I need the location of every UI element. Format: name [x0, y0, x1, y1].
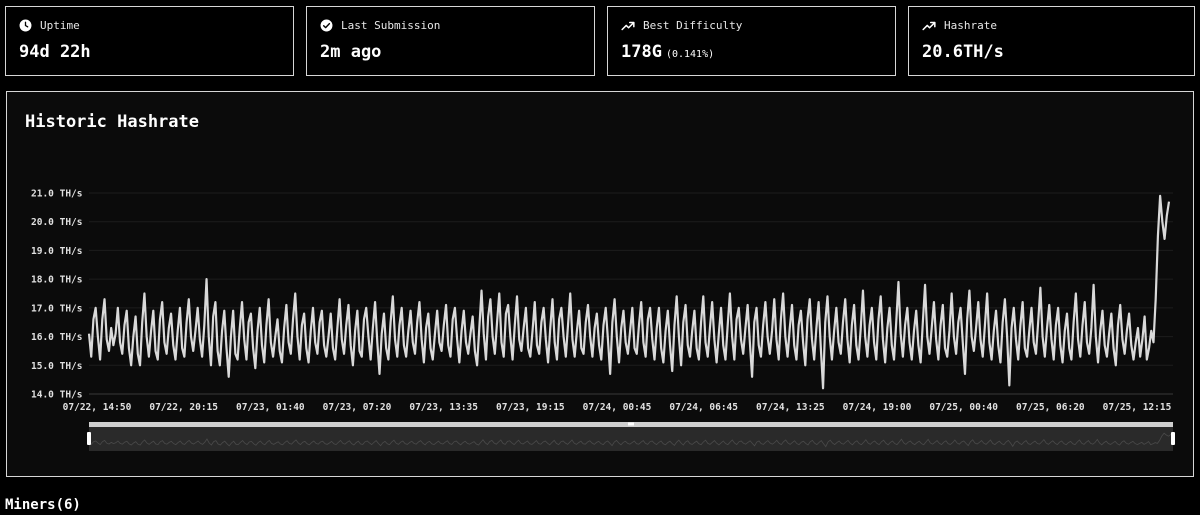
stat-label: Hashrate — [944, 19, 997, 32]
x-tick-label: 07/24, 06:45 — [669, 402, 738, 413]
zoom-handle-left[interactable] — [87, 432, 91, 445]
miners-heading: Miners(6) — [5, 497, 81, 513]
stat-label: Best Difficulty — [643, 19, 743, 32]
trending-up-icon — [922, 20, 936, 32]
historic-hashrate-card: Historic Hashrate 14.0 TH/s 15.0 TH/s 16.0… — [6, 91, 1194, 477]
stat-card-hashrate: Hashrate 20.6TH/s — [908, 6, 1195, 76]
zoom-track[interactable] — [89, 426, 1173, 451]
y-tick-label: 18.0 TH/s — [31, 275, 82, 286]
x-tick-label: 07/24, 13:25 — [756, 402, 825, 413]
stat-header: Uptime — [19, 19, 80, 32]
stat-header: Best Difficulty — [621, 19, 742, 32]
y-tick-label: 14.0 TH/s — [31, 390, 82, 401]
x-tick-label: 07/24, 19:00 — [843, 402, 912, 413]
stat-card-best-difficulty: Best Difficulty 178G (0.141%) — [607, 6, 896, 76]
y-tick-label: 20.0 TH/s — [31, 217, 82, 228]
x-axis: 07/22, 14:50 07/22, 20:15 07/23, 01:40 07/2… — [63, 402, 1172, 413]
x-tick-label: 07/23, 01:40 — [236, 402, 305, 413]
x-tick-label: 07/22, 20:15 — [149, 402, 218, 413]
x-tick-label: 07/23, 13:35 — [409, 402, 478, 413]
zoom-slider[interactable] — [87, 422, 1175, 451]
stat-value: 94d 22h — [19, 42, 91, 62]
stat-value: 178G (0.141%) — [621, 42, 714, 62]
stat-label: Uptime — [40, 19, 80, 32]
y-axis: 14.0 TH/s 15.0 TH/s 16.0 TH/s 17.0 TH/s 18.0… — [31, 189, 82, 401]
y-tick-label: 21.0 TH/s — [31, 189, 82, 200]
trending-up-icon — [621, 20, 635, 32]
x-tick-label: 07/24, 00:45 — [583, 402, 652, 413]
stat-value: 2m ago — [320, 42, 381, 62]
x-tick-label: 07/25, 00:40 — [929, 402, 998, 413]
uptime-value: 94d 22h — [19, 42, 91, 62]
x-tick-label: 07/23, 19:15 — [496, 402, 565, 413]
zoom-move-grip[interactable] — [628, 422, 634, 426]
x-tick-label: 07/23, 07:20 — [323, 402, 392, 413]
stat-card-last-submission: Last Submission 2m ago — [306, 6, 595, 76]
x-tick-label: 07/22, 14:50 — [63, 402, 132, 413]
clock-icon — [19, 19, 32, 32]
check-circle-icon — [320, 19, 333, 32]
stat-label: Last Submission — [341, 19, 441, 32]
stat-card-uptime: Uptime 94d 22h — [5, 6, 294, 76]
y-tick-label: 19.0 TH/s — [31, 246, 82, 257]
last-submission-value: 2m ago — [320, 42, 382, 62]
hashrate-chart[interactable]: 14.0 TH/s 15.0 TH/s 16.0 TH/s 17.0 TH/s 18.0… — [7, 92, 1193, 476]
stat-header: Last Submission — [320, 19, 440, 32]
x-tick-label: 07/25, 12:15 — [1103, 402, 1172, 413]
stat-header: Hashrate — [922, 19, 997, 32]
y-tick-label: 16.0 TH/s — [31, 332, 82, 343]
hashrate-series-line — [87, 194, 1171, 390]
series-layer — [87, 194, 1171, 390]
best-difficulty-percent: (0.141%) — [665, 49, 715, 60]
hashrate-value: 20.6TH/s — [922, 42, 1004, 62]
stat-value: 20.6TH/s — [922, 42, 1004, 62]
x-tick-label: 07/25, 06:20 — [1016, 402, 1085, 413]
best-difficulty-value: 178G — [621, 42, 662, 62]
zoom-handle-right[interactable] — [1171, 432, 1175, 445]
y-tick-label: 17.0 TH/s — [31, 303, 82, 314]
y-tick-label: 15.0 TH/s — [31, 361, 82, 372]
